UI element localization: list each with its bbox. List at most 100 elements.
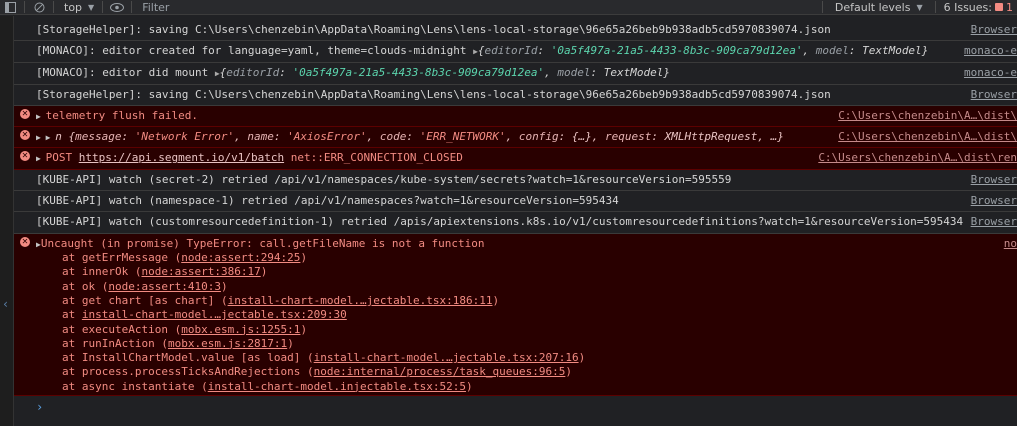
console-message: [KUBE-API] watch (customresourcedefiniti… (14, 212, 1017, 234)
message-text: [KUBE-API] watch (namespace-1) retried /… (36, 194, 619, 207)
divider (53, 1, 54, 13)
obj-value: TextModel (862, 44, 922, 57)
stack-frame: at executeAction (mobx.esm.js:1255:1) (62, 323, 307, 336)
message-prefix: [MONACO]: editor created for language=ya… (36, 44, 474, 57)
stack-frame-text: at (62, 308, 82, 322)
stack-frame: at ok (node:assert:410:3) (62, 280, 228, 293)
message-prefix: [MONACO]: editor did mount (36, 66, 215, 79)
stack-frame-link[interactable]: install-chart-model.injectable.tsx:52:5 (208, 380, 466, 393)
stack-frame-text: ) (300, 251, 308, 264)
message-text: ▶ ▶ n {message: 'Network Error', name: '… (36, 130, 784, 143)
stack-frame-text: at innerOk ( (62, 265, 142, 279)
message-text: ▶ telemetry flush failed. (36, 109, 198, 122)
message-source-link[interactable]: monaco-e (964, 44, 1017, 57)
stack-frame-text: ) (578, 351, 586, 365)
console-error: ✕ ▶ POST https://api.segment.io/v1/batch… (14, 148, 1017, 170)
console-message: [StorageHelper]: saving C:\Users\chenzeb… (14, 85, 1017, 106)
stack-frame-text: ) (260, 265, 268, 279)
stack-frame-text: ) (565, 365, 572, 379)
stack-frame-link[interactable]: node:assert:386:17 (141, 265, 260, 278)
stack-frame-link[interactable]: mobx.esm.js:1255:1 (181, 323, 300, 336)
stack-frame-text: at process.processTicksAndRejections ( (62, 365, 314, 379)
stack-frame-text: at executeAction ( (62, 322, 182, 336)
stack-frame-link[interactable]: install-chart-model.…jectable.tsx:186:11 (228, 294, 493, 307)
error-icon: ✕ (20, 130, 30, 140)
message-source-link[interactable]: C:\Users\chenzebin\A…\dist\ (838, 130, 1017, 143)
console-toolbar: top ▼ Filter Default levels ▼ 6 Issues: … (0, 0, 1017, 15)
message-source-link[interactable]: Browser (971, 23, 1017, 36)
stack-frame-text: ) (220, 279, 228, 293)
stack-frame-text: ) (465, 379, 473, 393)
message-text: [MONACO]: editor created for language=ya… (36, 44, 929, 57)
message-source-link[interactable]: monaco-e (964, 66, 1017, 79)
log-levels-dropdown[interactable]: Default levels ▼ (827, 1, 931, 14)
message-source-link[interactable]: C:\Users\chenzebin\A…\dist\ (838, 109, 1017, 122)
stack-frame: at getErrMessage (node:assert:294:25) (62, 251, 307, 264)
stack-frame-link[interactable]: node:assert:294:25 (181, 251, 300, 264)
sidebar-toggle-icon[interactable] (0, 0, 20, 15)
message-text: [StorageHelper]: saving C:\Users\chenzeb… (36, 88, 831, 101)
divider (24, 1, 25, 13)
message-source-link[interactable]: Browser (971, 88, 1017, 101)
console-error: ✕ ▶ telemetry flush failed. C:\Users\che… (14, 106, 1017, 127)
error-square-icon (995, 3, 1003, 11)
expand-triangle-icon[interactable]: ▶ (36, 112, 46, 121)
stack-frame-text: ) (287, 336, 294, 350)
stack-frame-link[interactable]: node:assert:410:3 (108, 280, 221, 293)
expand-triangle-icon[interactable]: ▶ (36, 154, 46, 163)
stack-frame-link[interactable]: install-chart-model.…jectable.tsx:207:16 (314, 351, 579, 364)
error-title: ▶Uncaught (in promise) TypeError: call.g… (36, 237, 485, 250)
console-error: ✕ ▶ ▶ n {message: 'Network Error', name:… (14, 127, 1017, 148)
divider (821, 1, 823, 13)
message-text: [KUBE-API] watch (customresourcedefiniti… (36, 215, 964, 228)
message-source-link[interactable]: Browser (971, 194, 1017, 207)
stack-frame-link[interactable]: install-chart-model.…jectable.tsx:209:30 (82, 308, 347, 321)
message-source-link[interactable]: C:\Users\chenzebin\A…\dist\ren (818, 151, 1017, 164)
stack-frame-text: at async instantiate ( (62, 379, 208, 393)
stack-frame: at InstallChartModel.value [as load] (in… (62, 351, 585, 364)
divider (934, 1, 936, 13)
message-text: ▶ POST https://api.segment.io/v1/batch n… (36, 151, 463, 164)
stack-frame: at get chart [as chart] (install-chart-m… (62, 294, 499, 307)
obj-key: model (815, 44, 849, 57)
obj-value: TextModel (603, 66, 664, 79)
stack-frame: at install-chart-model.…jectable.tsx:209… (62, 308, 347, 321)
stack-frame-text: ) (492, 293, 500, 307)
stack-frame: at process.processTicksAndRejections (no… (62, 365, 572, 378)
obj-value: '0a5f497a-21a5-4433-8b3c-909ca79d12ea' (550, 44, 803, 57)
obj-key: editorId (484, 44, 538, 57)
left-gutter: ‹ (0, 16, 14, 426)
chevron-left-icon[interactable]: ‹ (2, 297, 9, 311)
obj-key: model (557, 66, 591, 79)
context-selector[interactable]: top ▼ (58, 1, 98, 14)
issues-button[interactable]: 6 Issues: 1 (940, 1, 1017, 14)
filter-input[interactable]: Filter (136, 1, 818, 14)
console-message: [MONACO]: editor did mount ▶{editorId: '… (14, 63, 1017, 85)
message-text: [MONACO]: editor did mount ▶{editorId: '… (36, 66, 671, 79)
message-source-link[interactable]: no (1004, 237, 1017, 250)
console-message: [KUBE-API] watch (secret-2) retried /api… (14, 170, 1017, 191)
message-text: [KUBE-API] watch (secret-2) retried /api… (36, 173, 732, 186)
stack-frame-text: at ok ( (62, 279, 109, 293)
chevron-down-icon: ▼ (88, 2, 95, 12)
issues-count: 1 (1006, 0, 1013, 14)
levels-label: Default levels (834, 0, 911, 14)
stack-frame: at async instantiate (install-chart-mode… (62, 380, 473, 393)
clear-console-icon[interactable] (29, 0, 49, 15)
console-message: [MONACO]: editor created for language=ya… (14, 41, 1017, 63)
divider (131, 1, 133, 13)
request-url-link[interactable]: https://api.segment.io/v1/batch (79, 151, 284, 164)
expand-triangle-icon[interactable]: ▶ ▶ (36, 133, 55, 142)
console-log: [StorageHelper]: saving C:\Users\chenzeb… (14, 16, 1017, 426)
stack-frame-link[interactable]: node:internal/process/task_queues:96:5 (314, 365, 566, 378)
obj-key: editorId (226, 66, 280, 79)
error-icon: ✕ (20, 151, 30, 161)
message-source-link[interactable]: Browser (971, 215, 1017, 228)
message-source-link[interactable]: Browser (971, 173, 1017, 186)
uncaught-error: ✕ ▶Uncaught (in promise) TypeError: call… (14, 234, 1017, 396)
console-message: [KUBE-API] watch (namespace-1) retried /… (14, 191, 1017, 212)
stack-frame-link[interactable]: mobx.esm.js:2817:1 (168, 337, 287, 350)
console-prompt[interactable]: › (36, 400, 43, 414)
divider (102, 1, 104, 13)
eye-icon[interactable] (107, 0, 127, 15)
